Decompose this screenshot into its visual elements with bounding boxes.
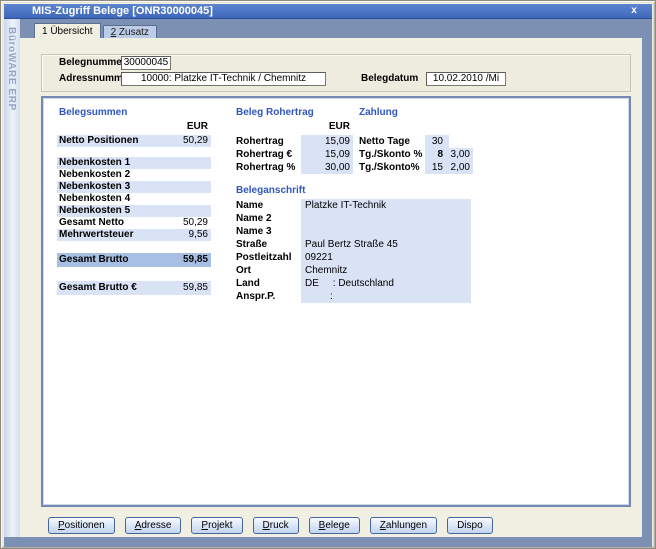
belegnummer-field[interactable]: 30000045 (121, 56, 171, 70)
projekt-button[interactable]: Projekt (191, 517, 242, 534)
action-button-bar: Positionen Adresse Projekt Druck Belege … (48, 517, 493, 534)
right-band (642, 19, 652, 547)
belegsummen-currency-header: EUR (187, 121, 208, 132)
table-row: Nebenkosten 4 (57, 193, 211, 205)
tab-uebersicht-label: 1 Übersicht (42, 26, 93, 37)
table-row: LandDE : Deutschland (236, 277, 471, 290)
zahlung-title: Zahlung (359, 107, 398, 118)
table-row: NamePlatzke IT-Technik (236, 199, 471, 212)
belegdatum-field[interactable]: 10.02.2010 /Mi (426, 72, 506, 86)
table-row: Nebenkosten 2 (57, 169, 211, 181)
table-row: Name 2 (236, 212, 471, 225)
table-row: Nebenkosten 5 (57, 205, 211, 217)
application-window: MIS-Zugriff Belege [ONR30000045] x BüroW… (0, 0, 656, 549)
positionen-button[interactable]: Positionen (48, 517, 115, 534)
adresse-button[interactable]: Adresse (125, 517, 182, 534)
beleganschrift-title: Beleganschrift (236, 185, 305, 196)
zahlungen-button[interactable]: Zahlungen (370, 517, 437, 534)
tab-bar: 1 Übersicht 2 Zusatz (34, 23, 157, 38)
druck-button[interactable]: Druck (253, 517, 299, 534)
window-title: MIS-Zugriff Belege [ONR30000045] (32, 5, 213, 17)
table-row: Postleitzahl09221 (236, 251, 471, 264)
dispo-button[interactable]: Dispo (447, 517, 493, 534)
brand-logo-text: BüroWARE ERP (6, 27, 17, 111)
status-band (4, 537, 652, 547)
table-row: Name 3 (236, 225, 471, 238)
belegnummer-label: Belegnummer (59, 57, 126, 68)
table-row: Rohertrag %30,00 (236, 161, 353, 174)
close-icon[interactable]: x (627, 4, 641, 18)
table-row: Anspr.P. : (236, 290, 471, 303)
rohertrag-title: Beleg Rohertrag (236, 107, 314, 118)
adressnummer-field[interactable]: 10000: Platzke IT-Technik / Chemnitz (121, 72, 326, 86)
table-row: Rohertrag €15,09 (236, 148, 353, 161)
gesamt-brutto-eur-row: Gesamt Brutto €59,85 (57, 281, 211, 295)
table-row: Nebenkosten 3 (57, 181, 211, 193)
table-row: Rohertrag15,09 (236, 135, 353, 148)
table-row: OrtChemnitz (236, 264, 471, 277)
table-row: Tg./Skonto%152,00 (359, 161, 473, 174)
table-row: Netto Positionen50,29 (57, 135, 211, 147)
rohertrag-currency-header: EUR (329, 121, 350, 132)
belegsummen-title: Belegsummen (59, 107, 127, 118)
table-row: Nebenkosten 1 (57, 157, 211, 169)
table-row: StraßePaul Bertz Straße 45 (236, 238, 471, 251)
tab-zusatz[interactable]: 2 Zusatz (103, 25, 157, 38)
belegdatum-label: Belegdatum (361, 73, 418, 84)
table-row: Mehrwertsteuer9,56 (57, 229, 211, 241)
belege-button[interactable]: Belege (309, 517, 360, 534)
gesamt-brutto-row: Gesamt Brutto59,85 (57, 253, 211, 267)
title-bar[interactable]: MIS-Zugriff Belege [ONR30000045] x (4, 4, 652, 19)
table-row: Gesamt Netto50,29 (57, 217, 211, 229)
table-row: Tg./Skonto %83,00 (359, 148, 473, 161)
table-row: Netto Tage30 (359, 135, 473, 148)
tab-uebersicht[interactable]: 1 Übersicht (34, 23, 101, 38)
tab-zusatz-label: Zusatz (116, 27, 149, 38)
